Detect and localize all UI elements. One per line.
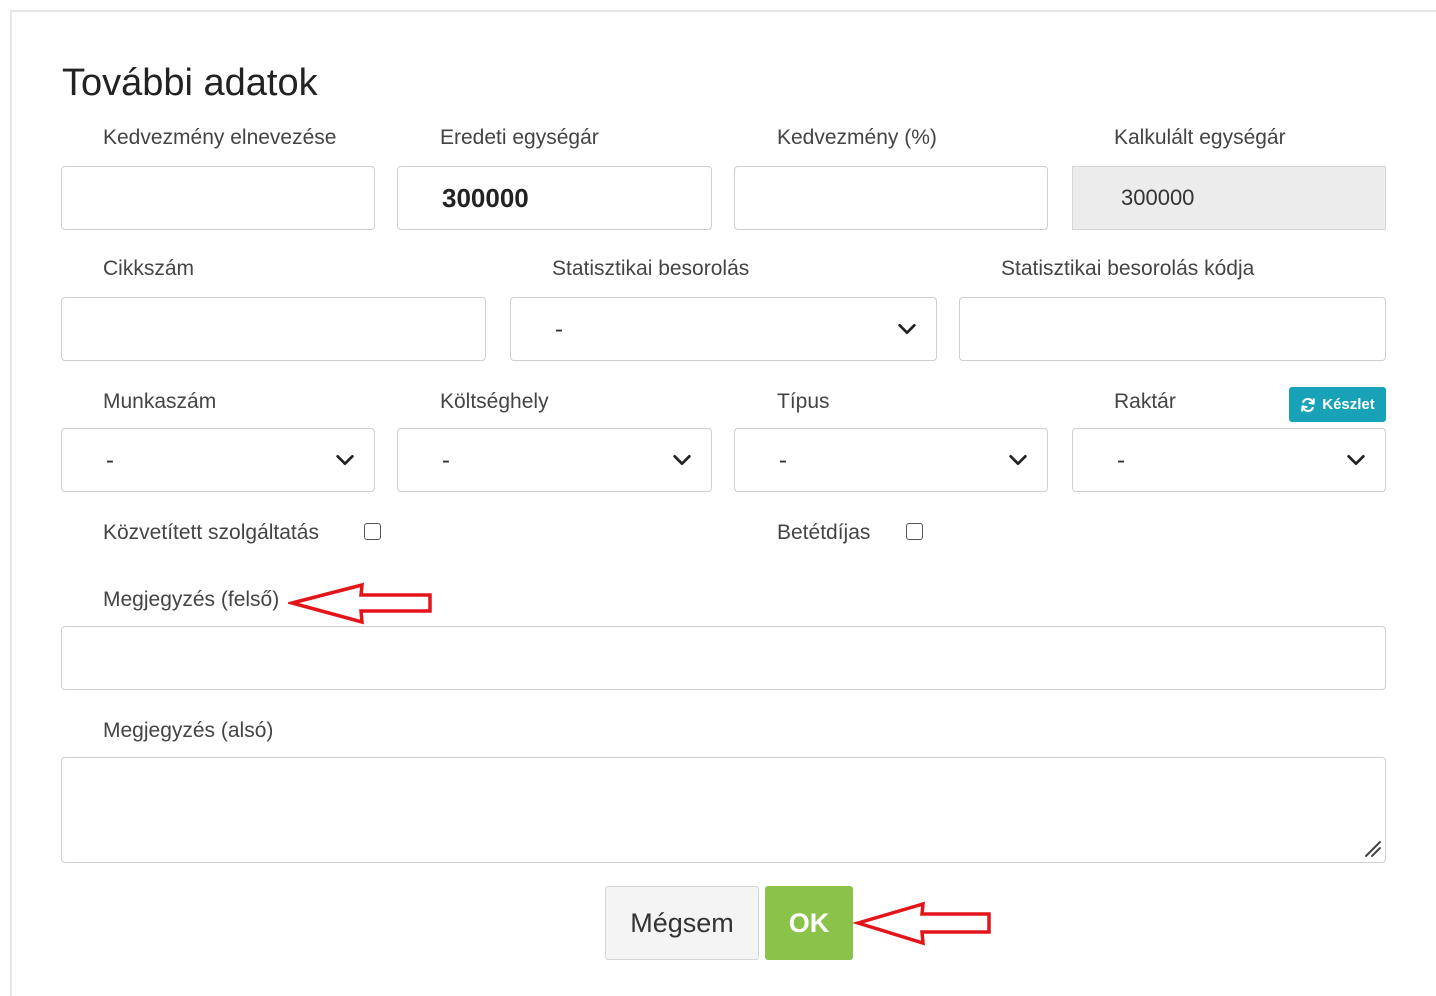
warehouse-select[interactable]: - xyxy=(1072,428,1386,492)
chevron-down-icon xyxy=(898,323,916,335)
chevron-down-icon xyxy=(1009,454,1027,466)
mediated-service-checkbox[interactable] xyxy=(364,523,381,540)
modal-title: További adatok xyxy=(62,62,318,104)
cost-center-select[interactable]: - xyxy=(397,428,712,492)
item-number-input[interactable] xyxy=(61,297,486,361)
warehouse-label: Raktár xyxy=(1114,390,1176,413)
cost-center-label: Költséghely xyxy=(440,390,549,413)
note-top-input[interactable] xyxy=(61,626,1386,690)
calculated-unit-price-field xyxy=(1072,166,1386,230)
stock-button[interactable]: Készlet xyxy=(1289,387,1386,422)
note-bottom-textarea[interactable] xyxy=(61,757,1386,863)
chevron-down-icon xyxy=(336,454,354,466)
deposit-fee-label: Betétdíjas xyxy=(777,521,871,544)
discount-name-label: Kedvezmény elnevezése xyxy=(103,126,337,149)
modal-left-border xyxy=(10,10,12,996)
calculated-unit-price-label: Kalkulált egységár xyxy=(1114,126,1286,149)
original-unit-price-input[interactable] xyxy=(397,166,712,230)
item-number-label: Cikkszám xyxy=(103,257,195,280)
job-number-value: - xyxy=(106,447,114,474)
job-number-select[interactable]: - xyxy=(61,428,375,492)
stat-classification-code-label: Statisztikai besorolás kódja xyxy=(1001,257,1255,280)
type-label: Típus xyxy=(777,390,830,413)
type-select[interactable]: - xyxy=(734,428,1048,492)
stat-classification-label: Statisztikai besorolás xyxy=(552,257,750,280)
original-unit-price-label: Eredeti egységár xyxy=(440,126,599,149)
cost-center-value: - xyxy=(442,447,450,474)
stock-button-label: Készlet xyxy=(1322,396,1375,413)
stat-classification-value: - xyxy=(555,316,563,343)
discount-percent-input[interactable] xyxy=(734,166,1048,230)
note-top-label: Megjegyzés (felső) xyxy=(103,588,280,611)
chevron-down-icon xyxy=(673,454,691,466)
stat-classification-code-input[interactable] xyxy=(959,297,1386,361)
annotation-arrow xyxy=(853,901,991,946)
ok-button[interactable]: OK xyxy=(765,886,853,960)
cancel-button[interactable]: Mégsem xyxy=(605,886,759,960)
refresh-icon xyxy=(1301,397,1316,412)
job-number-label: Munkaszám xyxy=(103,390,217,413)
warehouse-value: - xyxy=(1117,447,1125,474)
stat-classification-select[interactable]: - xyxy=(510,297,937,361)
mediated-service-label: Közvetített szolgáltatás xyxy=(103,521,319,544)
type-value: - xyxy=(779,447,787,474)
discount-name-input[interactable] xyxy=(61,166,375,230)
note-bottom-label: Megjegyzés (alsó) xyxy=(103,719,274,742)
discount-percent-label: Kedvezmény (%) xyxy=(777,126,937,149)
modal-top-border xyxy=(10,10,1436,12)
deposit-fee-checkbox[interactable] xyxy=(906,523,923,540)
annotation-arrow xyxy=(288,582,432,625)
chevron-down-icon xyxy=(1347,454,1365,466)
resize-grip-icon[interactable] xyxy=(1362,838,1382,858)
